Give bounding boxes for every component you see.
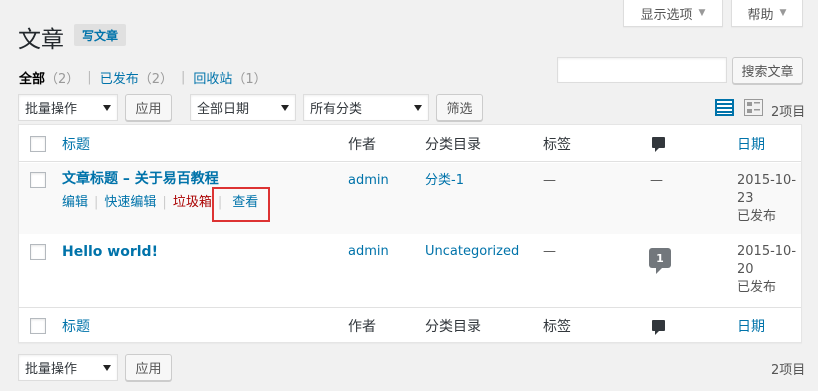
status-label: 已发布 — [737, 280, 777, 295]
column-tags-header: 标签 — [543, 137, 571, 153]
filter-trash-count: （1） — [232, 72, 267, 87]
tags-value: — — [543, 173, 556, 188]
comment-count-bubble[interactable]: 1 — [649, 248, 671, 274]
help-label: 帮助 — [747, 7, 774, 23]
date-line-2: 23 — [737, 191, 754, 206]
date-filter-select[interactable]: 全部日期 — [190, 94, 296, 121]
filter-published-label[interactable]: 已发布 — [100, 68, 139, 87]
column-date-header[interactable]: 日期 — [737, 134, 765, 154]
bulk-action-value: 批量操作 — [25, 362, 78, 377]
category-filter-value: 所有分类 — [310, 102, 363, 117]
apply-button-bottom[interactable]: 应用 — [125, 354, 172, 381]
date-filter-value: 全部日期 — [197, 102, 250, 117]
author-link[interactable]: admin — [348, 171, 389, 191]
column-categories-footer: 分类目录 — [425, 319, 481, 335]
items-count-bottom: 2项目 — [771, 363, 806, 378]
post-title-link[interactable]: Hello world! — [62, 242, 158, 262]
post-title-link[interactable]: 文章标题 – 关于易百教程 — [62, 169, 219, 189]
chevron-down-icon: ▼ — [779, 8, 787, 18]
column-author-footer: 作者 — [348, 319, 376, 335]
category-link[interactable]: Uncategorized — [425, 242, 519, 262]
page-title: 文章 — [18, 27, 64, 53]
dropdown-arrow-icon — [103, 105, 111, 111]
search-input[interactable] — [557, 57, 727, 83]
filter-all-label[interactable]: 全部 — [19, 68, 45, 87]
bulk-action-select[interactable]: 批量操作 — [18, 94, 118, 121]
excerpt-view-icon[interactable] — [744, 99, 763, 116]
column-categories-header: 分类目录 — [425, 137, 481, 153]
status-filters: 全部 （2） | 已发布 （2） | 回收站 （1） — [19, 68, 267, 87]
dropdown-arrow-icon — [414, 105, 422, 111]
add-new-post-button[interactable]: 写文章 — [74, 24, 127, 46]
table-row: 文章标题 – 关于易百教程 编辑 | 快速编辑 | 垃圾箱 | 查看 admin… — [19, 163, 801, 234]
table-row: Hello world! admin Uncategorized — 1 201… — [19, 234, 801, 307]
select-all-checkbox[interactable] — [30, 318, 46, 334]
edit-link[interactable]: 编辑 — [62, 193, 88, 213]
date-line-2: 20 — [737, 262, 754, 277]
row-checkbox[interactable] — [30, 172, 46, 188]
table-header: 标题 作者 分类目录 标签 日期 — [19, 125, 801, 162]
bulk-action-value: 批量操作 — [25, 102, 78, 117]
separator: | — [162, 195, 167, 210]
items-count: 2项目 — [771, 105, 806, 120]
column-title-header[interactable]: 标题 — [62, 134, 90, 154]
tags-value: — — [543, 244, 556, 259]
chevron-down-icon: ▼ — [698, 8, 706, 18]
category-filter-select[interactable]: 所有分类 — [303, 94, 429, 121]
row-checkbox[interactable] — [30, 244, 46, 260]
screen-options-label: 显示选项 — [640, 7, 693, 23]
quick-edit-link[interactable]: 快速编辑 — [104, 193, 156, 213]
comment-icon[interactable] — [652, 137, 665, 152]
separator: | — [87, 70, 92, 85]
help-tab[interactable]: 帮助 ▼ — [731, 0, 803, 27]
bulk-action-select-bottom[interactable]: 批量操作 — [18, 354, 118, 381]
author-link[interactable]: admin — [348, 242, 389, 262]
date-line-1: 2015-10- — [737, 244, 797, 259]
column-title-footer[interactable]: 标题 — [62, 316, 90, 336]
category-link[interactable]: 分类-1 — [425, 171, 464, 191]
separator: | — [180, 70, 186, 85]
list-view-icon[interactable] — [715, 99, 734, 116]
dropdown-arrow-icon — [281, 105, 289, 111]
filter-button[interactable]: 筛选 — [436, 94, 483, 121]
select-all-checkbox[interactable] — [30, 136, 46, 152]
column-author-header: 作者 — [348, 137, 376, 153]
screen-options-tab[interactable]: 显示选项 ▼ — [623, 0, 723, 27]
table-footer: 标题 作者 分类目录 标签 日期 — [19, 307, 801, 343]
search-posts-button[interactable]: 搜索文章 — [732, 57, 803, 84]
column-tags-footer: 标签 — [543, 319, 571, 335]
comment-icon[interactable] — [652, 320, 665, 335]
dropdown-arrow-icon — [103, 365, 111, 371]
highlight-box — [212, 187, 270, 222]
comments-value: — — [650, 173, 663, 188]
status-label: 已发布 — [737, 209, 777, 224]
separator: | — [94, 195, 99, 210]
filter-all-count: （2） — [45, 72, 80, 87]
column-date-footer[interactable]: 日期 — [737, 316, 765, 336]
filter-trash-label[interactable]: 回收站 — [193, 68, 232, 87]
filter-published-count: （2） — [138, 72, 173, 87]
apply-button[interactable]: 应用 — [125, 94, 172, 121]
date-line-1: 2015-10- — [737, 173, 797, 188]
trash-link[interactable]: 垃圾箱 — [173, 193, 212, 213]
posts-table: 标题 作者 分类目录 标签 日期 文章标题 – 关于易百教程 编辑 | 快速编辑… — [18, 124, 802, 343]
